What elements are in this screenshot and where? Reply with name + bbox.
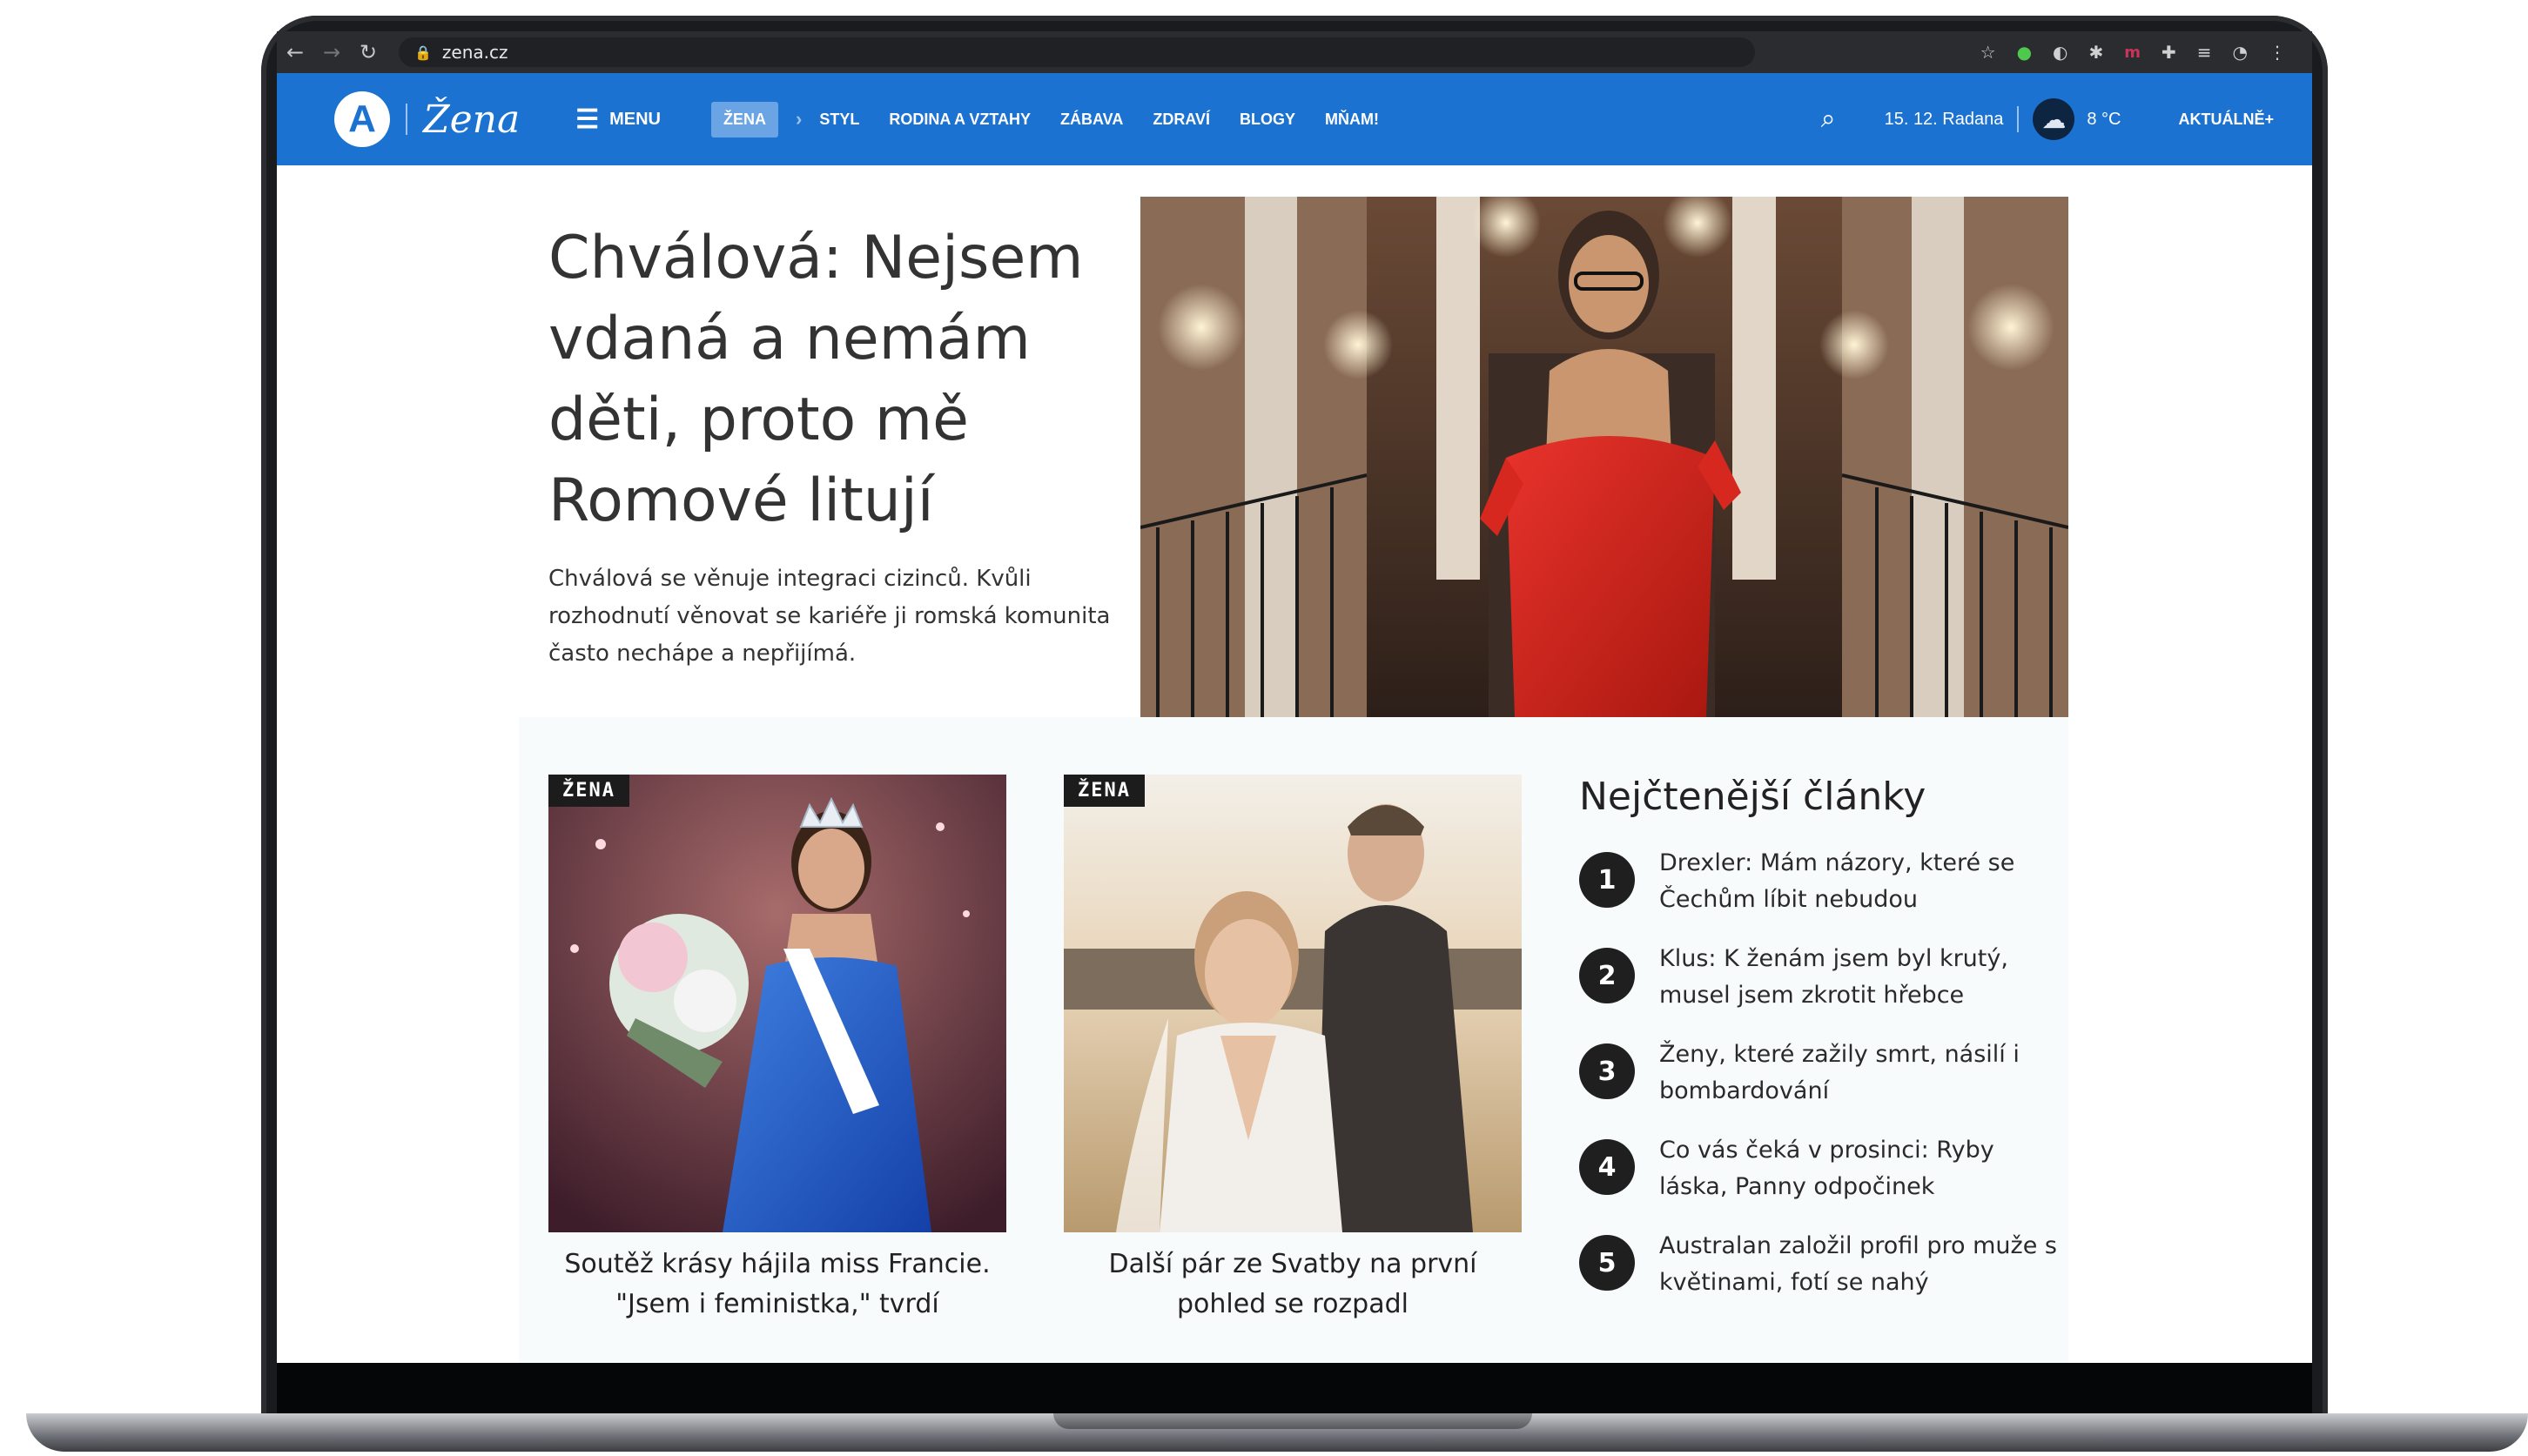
list-item[interactable]: 3 Ženy, které zažily smrt, násilí i bomb… — [1579, 1037, 2067, 1110]
hero-photo[interactable] — [1140, 197, 2068, 717]
main-nav: ŽENA › STYL RODINA A VZTAHY ZÁBAVA ZDRAV… — [710, 101, 1379, 138]
list-item-link[interactable]: Ženy, které zažily smrt, násilí i bombar… — [1635, 1037, 2067, 1110]
nav-item-rodina[interactable]: RODINA A VZTAHY — [889, 111, 1031, 129]
extension-icon[interactable]: ◔ — [2233, 42, 2248, 63]
hero-headline[interactable]: Chválová: Nejsem vdaná a nemám děti, pro… — [548, 218, 1140, 541]
rank-badge: 3 — [1579, 1043, 1635, 1099]
nav-item-styl[interactable]: STYL — [819, 111, 859, 129]
date-nameday: 15. 12. Radana — [1884, 109, 2004, 129]
star-icon[interactable]: ☆ — [1980, 42, 1996, 63]
zena-logo[interactable]: Žena — [423, 97, 520, 142]
screen-bottom-bezel — [277, 1363, 2312, 1413]
url-text: zena.cz — [441, 42, 508, 63]
list-item[interactable]: 1 Drexler: Mám názory, které se Čechům l… — [1579, 845, 2067, 918]
address-bar[interactable]: 🔒 zena.cz — [399, 37, 1755, 67]
extensions-area: ☆ ● ◐ ✱ m ✚ ≡ ◔ ⋮ — [1980, 42, 2312, 63]
list-item-link[interactable]: Australan založil profil pro muže s květ… — [1635, 1228, 2067, 1301]
list-item[interactable]: 2 Klus: K ženám jsem byl krutý, musel js… — [1579, 941, 2067, 1014]
rank-badge: 1 — [1579, 852, 1635, 908]
laptop-hinge — [1053, 1413, 1532, 1429]
laptop-screen: ← → ↻ 🔒 zena.cz ☆ ● ◐ ✱ m ✚ ≡ ◔ ⋮ A Žena… — [277, 31, 2312, 1363]
menu-label: MENU — [609, 109, 661, 129]
forward-arrow-icon[interactable]: → — [313, 40, 350, 64]
weather-cloud-icon: ☁ — [2033, 98, 2075, 140]
list-item-link[interactable]: Co vás čeká v prosinci: Ryby láska, Pann… — [1635, 1132, 2067, 1205]
nav-item-zabava[interactable]: ZÁBAVA — [1060, 111, 1123, 129]
nav-item-mnam[interactable]: MŇAM! — [1325, 111, 1379, 129]
article-title[interactable]: Soutěž krásy hájila miss Francie. "Jsem … — [548, 1245, 1006, 1325]
category-tag[interactable]: ŽENA — [1064, 775, 1145, 807]
menu-dots-icon[interactable]: ⋮ — [2269, 42, 2286, 63]
nav-item-blogy[interactable]: BLOGY — [1240, 111, 1295, 129]
article-title[interactable]: Další pár ze Svatby na první pohled se r… — [1064, 1245, 1522, 1325]
nav-item-zdravi[interactable]: ZDRAVÍ — [1153, 111, 1210, 129]
article-photo-wedding-couple[interactable]: ŽENA — [1064, 775, 1522, 1232]
logo-divider — [406, 104, 407, 135]
extension-icon[interactable]: ● — [2017, 42, 2032, 63]
rank-badge: 2 — [1579, 948, 1635, 1003]
puzzle-icon[interactable]: ✚ — [2162, 42, 2176, 63]
extension-icon[interactable]: ≡ — [2197, 42, 2212, 63]
most-read-box: Nejčtenější články 1 Drexler: Mám názory… — [1579, 775, 2067, 1324]
header-right: ⌕ 15. 12. Radana ☁ 8 °C AKTUÁLNĚ+ — [1821, 98, 2312, 140]
nav-item-zena[interactable]: ŽENA — [710, 101, 778, 138]
hamburger-icon: ☰ — [575, 104, 600, 134]
category-tag[interactable]: ŽENA — [548, 775, 629, 807]
chevron-right-icon: › — [795, 108, 803, 130]
list-item[interactable]: 4 Co vás čeká v prosinci: Ryby láska, Pa… — [1579, 1132, 2067, 1205]
hero-perex: Chválová se věnuje integraci cizinců. Kv… — [548, 566, 1111, 667]
list-item-link[interactable]: Drexler: Mám názory, které se Čechům líb… — [1635, 845, 2067, 918]
rank-badge: 4 — [1579, 1139, 1635, 1195]
rank-badge: 5 — [1579, 1235, 1635, 1291]
reload-icon[interactable]: ↻ — [350, 40, 387, 64]
list-item-link[interactable]: Klus: K ženám jsem byl krutý, musel jsem… — [1635, 941, 2067, 1014]
back-arrow-icon[interactable]: ← — [277, 40, 313, 64]
most-read-title: Nejčtenější články — [1579, 775, 1926, 819]
header-divider — [2017, 106, 2020, 132]
extension-icon[interactable]: ◐ — [2053, 42, 2067, 63]
browser-toolbar: ← → ↻ 🔒 zena.cz ☆ ● ◐ ✱ m ✚ ≡ ◔ ⋮ — [277, 31, 2312, 73]
site-header: A Žena ☰ MENU ŽENA › STYL RODINA A VZTAH… — [277, 73, 2312, 165]
aktualne-link[interactable]: AKTUÁLNĚ+ — [2178, 111, 2274, 129]
lock-icon: 🔒 — [414, 44, 432, 61]
temperature: 8 °C — [2087, 109, 2121, 129]
article-card[interactable]: ŽENA Další pár ze Svatby na první pohled… — [1064, 775, 1522, 1325]
extension-icon[interactable]: m — [2124, 44, 2141, 62]
extension-icon[interactable]: ✱ — [2088, 42, 2103, 63]
menu-button[interactable]: ☰ MENU — [575, 104, 661, 135]
aktualne-logo[interactable]: A — [334, 91, 390, 147]
search-icon[interactable]: ⌕ — [1821, 104, 1836, 134]
list-item[interactable]: 5 Australan založil profil pro muže s kv… — [1579, 1228, 2067, 1301]
article-photo-miss-france[interactable]: ŽENA — [548, 775, 1006, 1232]
article-card[interactable]: ŽENA Soutěž krásy hájila miss Francie. "… — [548, 775, 1006, 1325]
